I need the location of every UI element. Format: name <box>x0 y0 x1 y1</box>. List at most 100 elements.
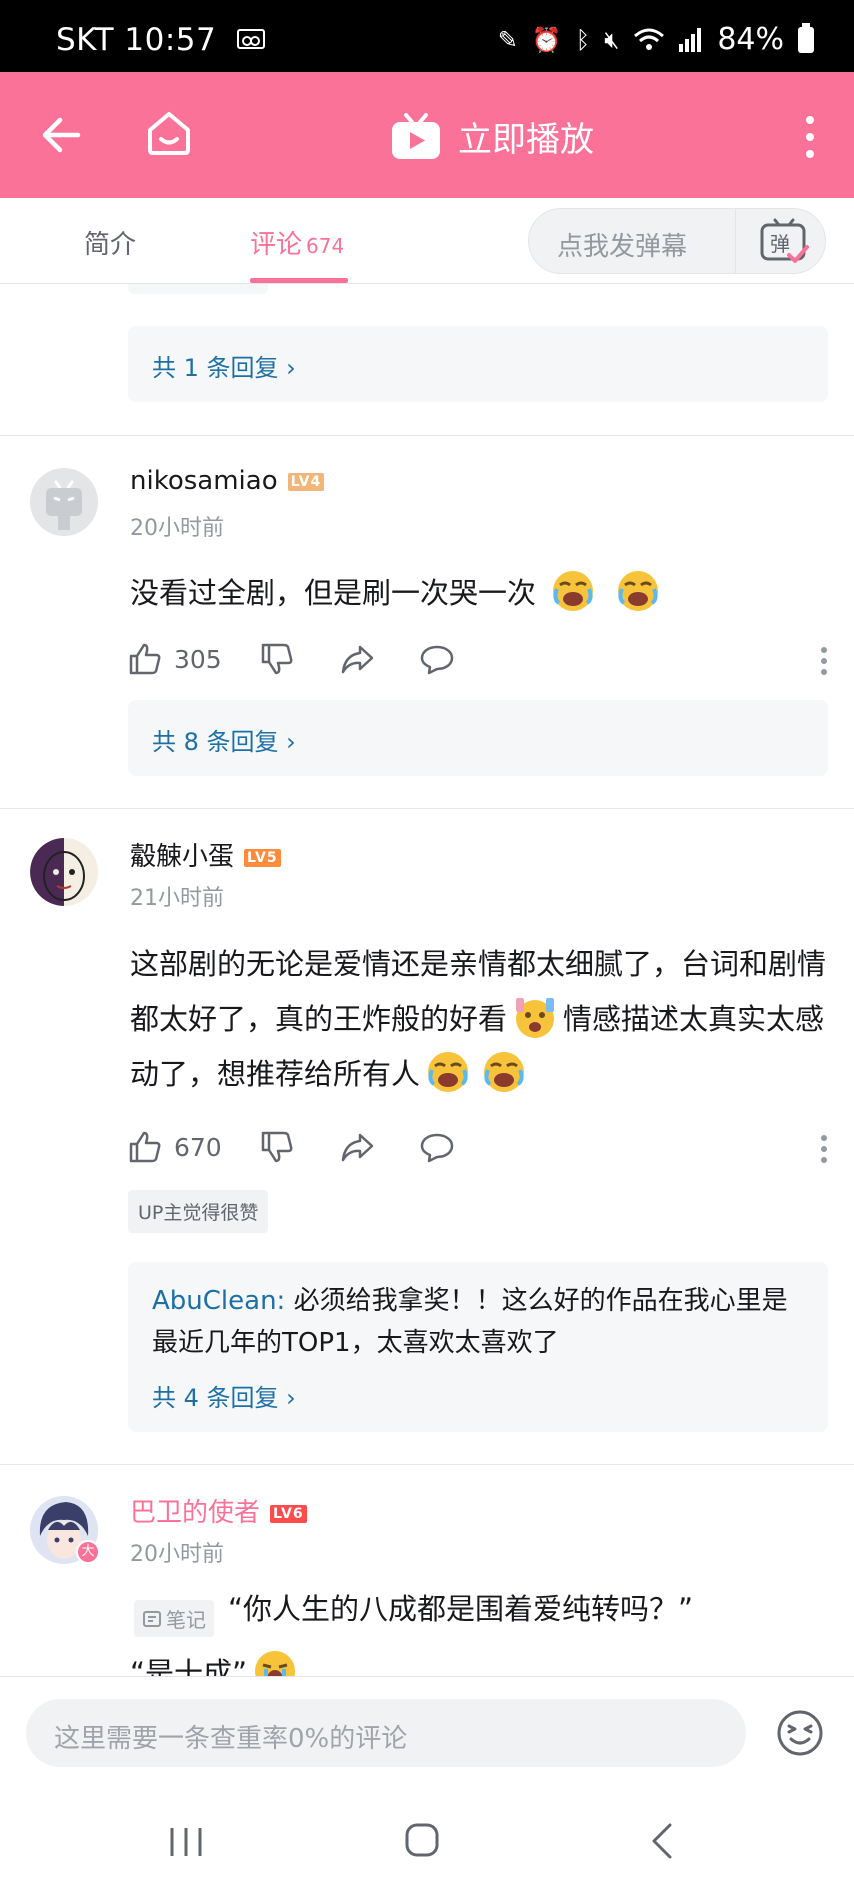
reply-button[interactable] <box>420 1130 454 1164</box>
username-text: 觳觫小蛋 <box>130 842 235 872</box>
battery-text: 84% <box>717 22 784 57</box>
thumbs-down-icon <box>261 1131 293 1163</box>
signal-icon <box>679 27 702 52</box>
voicemail-icon <box>236 29 265 49</box>
recent-apps-icon[interactable] <box>168 1826 204 1858</box>
tab-comments[interactable]: 评论 674 <box>250 224 344 261</box>
play-now-label: 立即播放 <box>458 120 594 160</box>
comment-time: 20小时前 <box>130 1542 224 1567</box>
comment-bubble-icon <box>420 1133 454 1163</box>
thumbs-up-icon <box>129 643 161 675</box>
reply-preview[interactable]: AbuClean: 必须给我拿奖！！这么好的作品在我心里是最近几年的TOP1，太… <box>152 1280 802 1364</box>
reply-box[interactable]: 共 8 条回复 › <box>128 700 828 776</box>
cry-laugh-emoji-icon <box>553 571 594 611</box>
share-icon <box>341 1133 374 1162</box>
comment-actions: 305 <box>128 642 828 682</box>
status-bar: SKT 10:57 ✎ ⏰ ᛒ 🔇︎ 84% <box>0 0 854 72</box>
comment-composer-bar: 这里需要一条查重率0%的评论 <box>0 1676 854 1788</box>
comment-input[interactable]: 这里需要一条查重率0%的评论 <box>26 1699 746 1767</box>
reply-username[interactable]: AbuClean: <box>152 1286 285 1316</box>
comment-feed[interactable]: 共 1 条回复 › nikosamiao LV4 20小时前 没看过全剧，但是刷一… <box>0 284 854 1676</box>
comment-text-line2: “是十成” <box>130 1646 830 1676</box>
alarm-icon: ⏰ <box>531 25 562 54</box>
dislike-button[interactable] <box>260 1130 294 1164</box>
comment-divider <box>0 435 854 436</box>
danmu-icon-text: 弹 <box>770 232 790 256</box>
like-button[interactable]: 305 <box>128 642 222 676</box>
user-avatar-image <box>30 838 98 906</box>
share-icon <box>341 645 374 674</box>
danmu-toggle-icon[interactable]: 弹 <box>759 217 809 265</box>
carrier-text: SKT <box>56 22 115 58</box>
comment-bubble-icon <box>420 645 454 675</box>
bluetooth-icon: ᛒ <box>575 25 591 54</box>
reply-box[interactable]: 共 1 条回复 › <box>128 326 828 402</box>
wifi-icon <box>634 28 665 50</box>
mute-icon: 🔇︎ <box>604 25 620 54</box>
vip-badge-icon: 大 <box>76 1540 100 1564</box>
tab-comments-label: 评论 <box>250 230 303 260</box>
back-icon[interactable] <box>650 1822 674 1860</box>
comment-username[interactable]: 巴卫的使者 LV6 <box>130 1492 307 1529</box>
note-tag[interactable]: 笔记 <box>134 1600 214 1637</box>
danmu-input[interactable]: 点我发弹幕 弹 <box>528 208 826 274</box>
battery-icon <box>798 22 814 53</box>
home-icon[interactable] <box>144 108 194 158</box>
home-button-icon[interactable] <box>404 1822 440 1858</box>
note-tag-label: 笔记 <box>166 1608 206 1632</box>
danmu-placeholder: 点我发弹幕 <box>557 232 688 262</box>
comment-username[interactable]: 觳觫小蛋 LV5 <box>130 836 281 873</box>
comment-count: 674 <box>306 234 345 258</box>
tv-play-icon <box>392 112 440 159</box>
dislike-button[interactable] <box>260 642 294 676</box>
pen-icon: ✎ <box>497 25 518 54</box>
username-text: nikosamiao <box>130 466 278 496</box>
note-icon <box>143 1610 161 1627</box>
comment-actions: 670 <box>128 1130 828 1170</box>
cry-laugh-emoji-icon <box>428 1052 469 1092</box>
share-button[interactable] <box>340 1130 374 1164</box>
view-replies-link[interactable]: 共 4 条回复 › <box>152 1378 296 1413</box>
tab-indicator <box>250 278 348 283</box>
view-replies-link[interactable]: 共 1 条回复 › <box>152 348 296 383</box>
level-badge: LV5 <box>244 849 281 867</box>
up-liked-badge: UP主觉得很赞 <box>128 1190 269 1233</box>
level-badge: LV6 <box>270 1505 307 1523</box>
tab-intro-label: 简介 <box>84 230 137 260</box>
comment-text: “你人生的八成都是围着爱纯转吗？” <box>228 1582 828 1637</box>
danmu-divider <box>735 209 736 273</box>
cry-laugh-emoji-icon <box>484 1052 525 1092</box>
clock-text: 10:57 <box>124 22 217 58</box>
username-text: 巴卫的使者 <box>130 1498 261 1528</box>
emoji-picker-icon[interactable] <box>776 1709 824 1757</box>
comment-text: 这部剧的无论是爱情还是亲情都太细腻了，台词和剧情都太好了，真的王炸般的好看 情感描… <box>130 937 830 1102</box>
share-button[interactable] <box>340 642 374 676</box>
play-now-button[interactable]: 立即播放 <box>390 112 594 161</box>
cry-laugh-emoji-icon <box>618 571 659 611</box>
comment-username[interactable]: nikosamiao LV4 <box>130 466 325 496</box>
crying-emoji-icon <box>255 1651 296 1676</box>
like-count: 670 <box>174 1132 222 1162</box>
comment-text-body: 没看过全剧，但是刷一次哭一次 <box>130 576 537 610</box>
avatar[interactable] <box>30 468 98 536</box>
tab-intro[interactable]: 简介 <box>84 224 136 261</box>
comment-divider <box>0 1464 854 1465</box>
app-bar: 立即播放 <box>0 72 854 198</box>
thumbs-down-icon <box>261 643 293 675</box>
comment-text: 没看过全剧，但是刷一次哭一次 <box>130 566 830 621</box>
comment-text-body-2: “是十成” <box>130 1656 248 1676</box>
comment-time: 20小时前 <box>130 516 224 541</box>
like-button[interactable]: 670 <box>128 1130 222 1164</box>
more-vertical-icon[interactable] <box>800 114 820 160</box>
shocked-emoji-icon <box>516 998 555 1038</box>
comment-divider <box>0 808 854 809</box>
comment-time: 21小时前 <box>130 886 224 911</box>
back-arrow-icon[interactable] <box>38 112 84 158</box>
reply-box[interactable]: AbuClean: 必须给我拿奖！！这么好的作品在我心里是最近几年的TOP1，太… <box>128 1262 828 1432</box>
view-replies-link[interactable]: 共 8 条回复 › <box>152 722 296 757</box>
level-badge: LV4 <box>287 473 325 491</box>
comment-more-icon[interactable] <box>820 1134 828 1164</box>
reply-button[interactable] <box>420 642 454 676</box>
comment-more-icon[interactable] <box>820 646 828 676</box>
avatar[interactable] <box>30 838 98 906</box>
